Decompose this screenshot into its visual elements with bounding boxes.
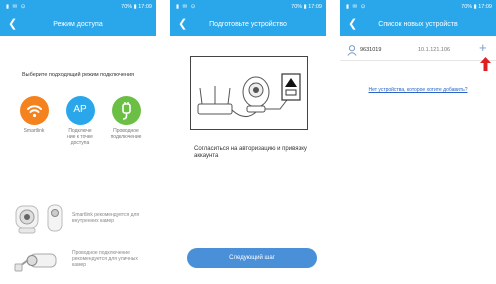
device-setup-illustration (190, 56, 308, 130)
title-bar: ❮ Список новых устройств (340, 14, 496, 36)
title-bar: ❮ Подготовьте устройство (170, 14, 326, 36)
outdoor-camera-icon (12, 246, 62, 281)
wifi-icon (19, 96, 49, 125)
mode-label: Подключе ние к точке доступа (60, 128, 100, 146)
page-title: Подготовьте устройство (209, 21, 287, 28)
page-title: Режим доступа (53, 21, 103, 28)
recommend-line: камер (72, 262, 87, 268)
missing-device-link[interactable]: Нет устройства, которое хотите добавить? (340, 87, 496, 93)
outdoor-recommendation: Проводное подключение рекомендуется для … (72, 250, 138, 268)
status-bar: ▮ ✉ ⊙ 70% ▮ 17:09 (170, 0, 326, 14)
new-devices-screen: ▮ ✉ ⊙ 70% ▮ 17:09 ❮ Список новых устройс… (340, 0, 496, 284)
mode-label-line: доступа (70, 140, 90, 146)
indoor-camera-icon (10, 200, 66, 243)
device-list-item[interactable]: 9631019 10.1.121.106 + (340, 38, 496, 61)
status-icons-left: ▮ ✉ ⊙ (6, 4, 27, 10)
ap-icon-text: AP (73, 104, 87, 115)
status-bar: ▮ ✉ ⊙ 70% ▮ 17:09 (340, 0, 496, 14)
device-ip: 10.1.121.106 (418, 47, 451, 53)
mode-wired[interactable]: Проводное подключение (106, 96, 146, 140)
indoor-recommendation: Smartlink рекомендуется для внутренних к… (72, 212, 139, 224)
mode-smartlink[interactable]: Smartlink (14, 96, 54, 134)
mode-access-point[interactable]: AP Подключе ние к точке доступа (60, 96, 100, 146)
status-icons-left: ▮ ✉ ⊙ (176, 4, 197, 10)
status-battery-time: 70% ▮ 17:09 (121, 4, 152, 10)
agree-text: Согласиться на авторизацию и привязку ак… (194, 146, 307, 159)
page-title: Список новых устройств (378, 21, 458, 28)
instruction-text: Выберите подходящий режим подключения (21, 72, 135, 78)
status-bar: ▮ ✉ ⊙ 70% ▮ 17:09 (0, 0, 156, 14)
title-bar: ❮ Режим доступа (0, 14, 156, 36)
user-icon (347, 43, 357, 61)
mode-label: Проводное подключение (106, 128, 146, 140)
ap-icon: AP (65, 96, 95, 125)
access-mode-screen: ▮ ✉ ⊙ 70% ▮ 17:09 ❮ Режим доступа Выбери… (0, 0, 156, 284)
next-step-button[interactable]: Следующий шаг (187, 248, 317, 268)
prepare-device-screen: ▮ ✉ ⊙ 70% ▮ 17:09 ❮ Подготовьте устройст… (170, 0, 326, 284)
device-id: 9631019 (360, 47, 382, 53)
recommend-line: внутренних камер (72, 218, 115, 224)
mode-label-line: подключение (110, 134, 142, 140)
status-battery-time: 70% ▮ 17:09 (461, 4, 492, 10)
status-icons-left: ▮ ✉ ⊙ (346, 4, 367, 10)
plug-icon (111, 96, 141, 125)
red-arrow-up-icon (480, 57, 491, 76)
mode-label: Smartlink (23, 128, 45, 134)
add-device-button[interactable]: + (479, 41, 487, 55)
status-battery-time: 70% ▮ 17:09 (291, 4, 322, 10)
